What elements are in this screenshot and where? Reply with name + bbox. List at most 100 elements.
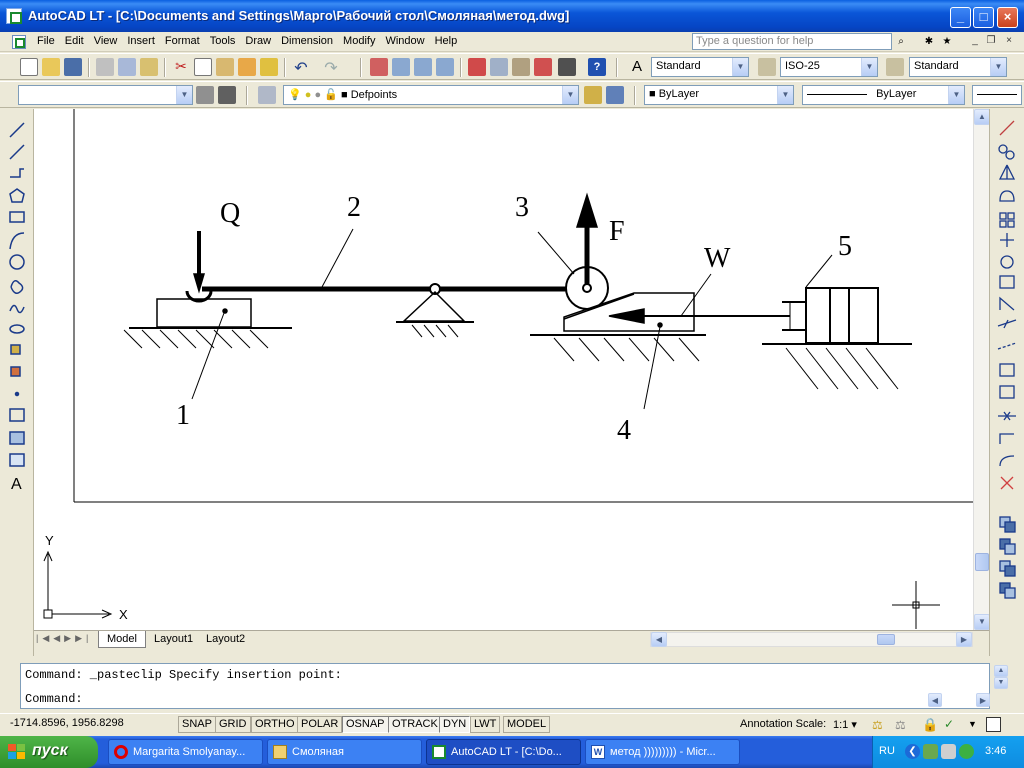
task-autocad[interactable]: AutoCAD LT - [C:\Do... bbox=[426, 739, 581, 765]
make-block-icon[interactable] bbox=[10, 366, 21, 377]
help-icon[interactable]: ? bbox=[588, 58, 606, 76]
workspace-select[interactable]: ▼ bbox=[18, 85, 193, 105]
match-properties-icon[interactable] bbox=[238, 58, 256, 76]
minimize-button[interactable]: _ bbox=[950, 7, 971, 28]
rotate-icon[interactable] bbox=[1000, 255, 1014, 269]
cmd-scroll-up[interactable]: ▲ bbox=[994, 665, 1008, 677]
dyn-toggle[interactable]: DYN bbox=[439, 716, 471, 733]
cmd-scroll-right[interactable]: ▶ bbox=[976, 693, 990, 707]
print-preview-icon[interactable] bbox=[118, 58, 136, 76]
language-indicator[interactable]: RU bbox=[879, 745, 895, 757]
grid-toggle[interactable]: GRID bbox=[215, 716, 251, 733]
ellipse-icon[interactable] bbox=[9, 324, 25, 334]
horizontal-scrollbar[interactable]: ◀ ▶ bbox=[650, 632, 973, 647]
insert-block-icon[interactable] bbox=[10, 344, 21, 355]
region-icon[interactable] bbox=[9, 431, 25, 445]
maximize-button[interactable]: □ bbox=[973, 7, 994, 28]
task-word[interactable]: W метод ))))))))) - Micr... bbox=[585, 739, 740, 765]
status-menu-arrow[interactable]: ▼ bbox=[968, 719, 977, 729]
menu-edit[interactable]: Edit bbox=[60, 35, 89, 47]
chevron-down-icon[interactable]: ▼ bbox=[861, 58, 877, 76]
pan-icon[interactable] bbox=[370, 58, 388, 76]
lineweight-select[interactable] bbox=[972, 85, 1022, 105]
osnap-toggle[interactable]: OSNAP bbox=[342, 716, 389, 733]
mtext-icon[interactable]: A bbox=[11, 476, 22, 493]
scroll-down-button[interactable]: ▼ bbox=[974, 614, 990, 630]
menu-file[interactable]: File bbox=[32, 35, 60, 47]
lock-icon[interactable]: 🔒 bbox=[922, 717, 938, 733]
workspace-save-icon[interactable] bbox=[218, 86, 236, 104]
communication-center-icon[interactable]: ✱ bbox=[922, 35, 936, 49]
task-folder[interactable]: Смоляная bbox=[267, 739, 422, 765]
close-button[interactable]: × bbox=[997, 7, 1018, 28]
table-style-select[interactable]: Standard ▼ bbox=[909, 57, 1007, 77]
point-icon[interactable] bbox=[14, 391, 20, 397]
rectangle-icon[interactable] bbox=[9, 211, 25, 223]
publish-icon[interactable] bbox=[140, 58, 158, 76]
menu-dimension[interactable]: Dimension bbox=[276, 35, 338, 47]
revision-cloud-icon[interactable] bbox=[10, 280, 24, 294]
circle-icon[interactable] bbox=[9, 254, 25, 270]
undo-icon[interactable]: ↶ bbox=[292, 58, 310, 77]
annotation-visibility-icon[interactable]: ⚖ bbox=[872, 718, 886, 732]
tab-nav-arrows[interactable]: |◀◀▶▶| bbox=[36, 633, 92, 644]
layer-select[interactable]: 💡 ● ● 🔓 ■ Defpoints ▼ bbox=[283, 85, 579, 105]
calculator-icon[interactable] bbox=[558, 58, 576, 76]
coordinates-readout[interactable]: -1714.8596, 1956.8298 bbox=[10, 717, 124, 729]
chamfer-icon[interactable] bbox=[999, 433, 1014, 444]
start-button[interactable]: пуск bbox=[0, 736, 98, 768]
tray-network-icon[interactable] bbox=[923, 744, 938, 759]
layer-manager-icon[interactable] bbox=[258, 86, 276, 104]
mirror-icon[interactable] bbox=[998, 164, 1016, 180]
markup-set-icon[interactable] bbox=[534, 58, 552, 76]
hatch-icon[interactable] bbox=[9, 408, 25, 422]
scroll-up-button[interactable]: ▲ bbox=[974, 109, 990, 125]
trim-icon[interactable] bbox=[997, 319, 1017, 329]
array-icon[interactable] bbox=[999, 212, 1007, 220]
document-icon[interactable] bbox=[12, 35, 26, 49]
join-icon[interactable] bbox=[998, 411, 1016, 421]
tab-layout1[interactable]: Layout1 bbox=[146, 631, 201, 648]
cut-icon[interactable]: ✂ bbox=[172, 58, 190, 76]
chevron-down-icon[interactable]: ▼ bbox=[562, 86, 578, 104]
scroll-left-button[interactable]: ◀ bbox=[651, 632, 667, 647]
help-search-input[interactable]: Type a question for help bbox=[692, 33, 892, 50]
redo-icon[interactable]: ↷ bbox=[322, 58, 340, 77]
zoom-realtime-icon[interactable] bbox=[392, 58, 410, 76]
menu-tools[interactable]: Tools bbox=[205, 35, 241, 47]
erase-icon[interactable] bbox=[999, 120, 1015, 136]
cmd-scroll-left[interactable]: ◀ bbox=[928, 693, 942, 707]
tray-security-icon[interactable] bbox=[959, 744, 974, 759]
chevron-down-icon[interactable]: ▼ bbox=[176, 86, 192, 104]
tray-settings-icon[interactable]: ✓ bbox=[944, 717, 960, 733]
move-icon[interactable] bbox=[1000, 233, 1014, 247]
text-style-select[interactable]: Standard ▼ bbox=[651, 57, 749, 77]
offset-icon[interactable] bbox=[999, 190, 1015, 202]
save-icon[interactable] bbox=[64, 58, 82, 76]
text-style-icon[interactable]: A bbox=[628, 58, 646, 76]
vertical-scrollbar[interactable]: ▲ ▼ bbox=[973, 109, 990, 630]
chevron-down-icon[interactable]: ▼ bbox=[948, 86, 964, 104]
task-opera[interactable]: Margarita Smolyanay... bbox=[108, 739, 263, 765]
autoscale-icon[interactable]: ⚖ bbox=[895, 718, 909, 732]
arc-icon[interactable] bbox=[9, 232, 25, 250]
linetype-select[interactable]: ByLayer ▼ bbox=[802, 85, 965, 105]
polar-toggle[interactable]: POLAR bbox=[297, 716, 343, 733]
table-icon[interactable] bbox=[9, 453, 25, 467]
block-editor-icon[interactable] bbox=[260, 58, 278, 76]
line-icon[interactable] bbox=[9, 122, 25, 138]
drawing-area[interactable]: Q F W 1 2 3 4 5 Y X bbox=[34, 109, 973, 630]
make-current-layer-icon[interactable] bbox=[584, 86, 602, 104]
break-icon[interactable] bbox=[999, 385, 1015, 399]
open-icon[interactable] bbox=[42, 58, 60, 76]
zoom-previous-icon[interactable] bbox=[436, 58, 454, 76]
copy-object-icon[interactable] bbox=[998, 144, 1008, 154]
chevron-down-icon[interactable]: ▼ bbox=[990, 58, 1006, 76]
polygon-icon[interactable] bbox=[9, 188, 25, 203]
lwt-toggle[interactable]: LWT bbox=[470, 716, 501, 733]
paste-icon[interactable] bbox=[216, 58, 234, 76]
menu-window[interactable]: Window bbox=[380, 35, 429, 47]
command-lines[interactable]: Command: _pasteclip Specify insertion po… bbox=[20, 663, 990, 709]
menu-modify[interactable]: Modify bbox=[338, 35, 380, 47]
scroll-right-button[interactable]: ▶ bbox=[956, 632, 972, 647]
